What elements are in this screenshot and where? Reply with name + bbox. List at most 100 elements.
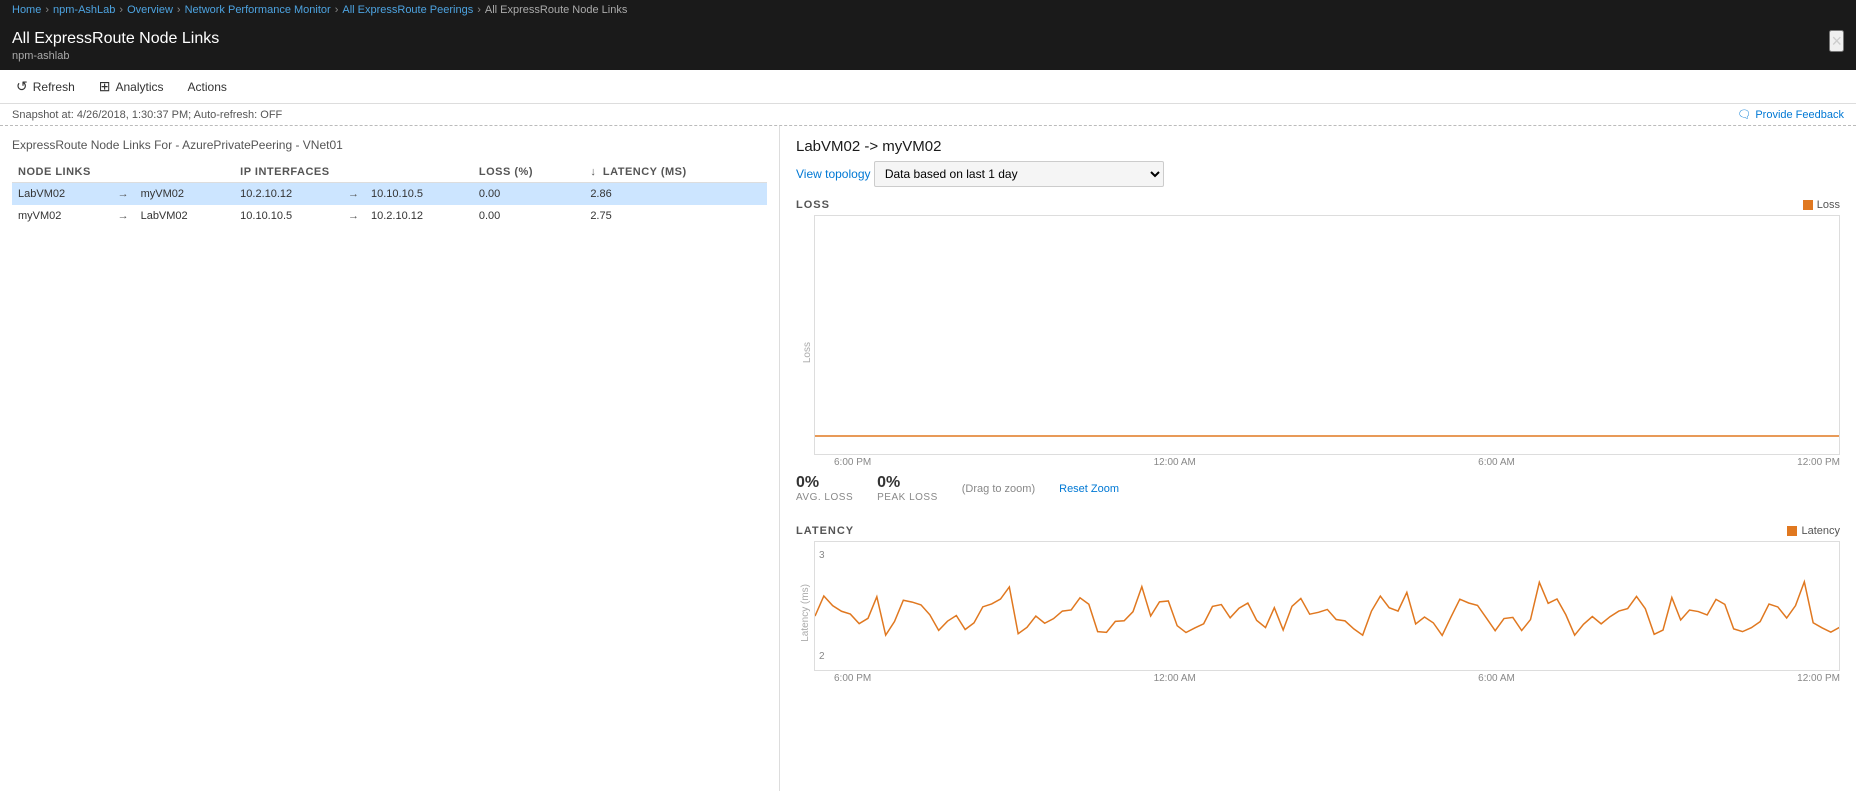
feedback-icon: 🗨 — [1737, 108, 1751, 121]
view-topology-link[interactable]: View topology — [796, 167, 871, 181]
col-node-links: NODE LINKS — [12, 162, 234, 183]
feedback-link[interactable]: 🗨 Provide Feedback — [1737, 108, 1844, 121]
x-label: 12:00 PM — [1797, 457, 1840, 468]
time-range-select[interactable]: Data based on last 1 dayData based on la… — [874, 161, 1164, 187]
page-title: All ExpressRoute Node Links — [12, 30, 219, 48]
page-subtitle: npm-ashlab — [12, 50, 219, 62]
to-ip: 10.2.10.12 — [365, 205, 473, 227]
drag-zoom-text: (Drag to zoom) — [962, 483, 1035, 495]
peak-loss-value: 0% — [877, 474, 938, 492]
latency-value: 2.86 — [584, 183, 767, 206]
latency-y-label: Latency (ms) — [800, 584, 811, 642]
x-label: 6:00 PM — [834, 457, 871, 468]
analytics-label: Analytics — [116, 80, 164, 94]
right-panel: LabVM02 -> myVM02 View topology Data bas… — [780, 126, 1856, 791]
actions-label: Actions — [188, 80, 227, 94]
from-node: myVM02 — [12, 205, 112, 227]
latency-chart-area: 3 2 6:00 PM 12:00 AM 6:00 AM 12:00 PM — [814, 541, 1840, 684]
loss-legend-dot — [1803, 200, 1813, 210]
loss-chart-header: LOSS Loss — [796, 199, 1840, 211]
analytics-button[interactable]: ⊞ Analytics — [95, 76, 168, 97]
loss-chart-canvas — [814, 215, 1840, 455]
breadcrumb-npm-ashlab[interactable]: npm-AshLab — [53, 4, 115, 16]
avg-loss-value: 0% — [796, 474, 853, 492]
to-node: myVM02 — [135, 183, 235, 206]
col-ip-interfaces: IP INTERFACES — [234, 162, 473, 183]
latency-chart-wrapper: Latency (ms) 3 2 6:00 PM 12:00 AM 6:00 AM 1… — [796, 541, 1840, 684]
latency-chart-canvas: 3 2 — [814, 541, 1840, 671]
refresh-button[interactable]: ↺ Refresh — [12, 76, 79, 97]
breadcrumb-home[interactable]: Home — [12, 4, 41, 16]
col-loss: LOSS (%) — [473, 162, 584, 183]
latency-legend: Latency — [1787, 525, 1840, 537]
latency-x-axis: 6:00 PM 12:00 AM 6:00 AM 12:00 PM — [814, 671, 1840, 684]
from-ip: 10.2.10.12 — [234, 183, 342, 206]
loss-legend-label: Loss — [1817, 199, 1840, 211]
x-label: 12:00 AM — [1154, 457, 1196, 468]
breadcrumb-npm[interactable]: Network Performance Monitor — [185, 4, 331, 16]
table-row[interactable]: LabVM02 → myVM02 10.2.10.12 → 10.10.10.5… — [12, 183, 767, 206]
breadcrumb-overview[interactable]: Overview — [127, 4, 173, 16]
latency-y-3: 3 — [819, 550, 825, 561]
loss-value: 0.00 — [473, 205, 584, 227]
loss-y-label: Loss — [802, 342, 813, 363]
peak-loss-label: PEAK LOSS — [877, 492, 938, 503]
from-node: LabVM02 — [12, 183, 112, 206]
loss-x-axis: 6:00 PM 12:00 AM 6:00 AM 12:00 PM — [814, 455, 1840, 468]
latency-y-2: 2 — [819, 651, 825, 662]
loss-chart-label: LOSS — [796, 199, 830, 211]
x-label: 6:00 AM — [1478, 457, 1515, 468]
avg-loss-stat: 0% AVG. LOSS — [796, 474, 853, 503]
loss-chart-area: 6:00 PM 12:00 AM 6:00 AM 12:00 PM — [814, 215, 1840, 468]
latency-value: 2.75 — [584, 205, 767, 227]
from-ip: 10.10.10.5 — [234, 205, 342, 227]
peak-loss-stat: 0% PEAK LOSS — [877, 474, 938, 503]
feedback-label: Provide Feedback — [1755, 109, 1844, 121]
close-button[interactable]: × — [1829, 30, 1844, 52]
sort-icon: ↓ — [590, 166, 596, 178]
loss-chart-section: LOSS Loss Loss 6:00 PM — [796, 199, 1840, 509]
loss-value: 0.00 — [473, 183, 584, 206]
x-label: 12:00 PM — [1797, 673, 1840, 684]
snapshot-text: Snapshot at: 4/26/2018, 1:30:37 PM; Auto… — [12, 109, 282, 121]
loss-legend: Loss — [1803, 199, 1840, 211]
x-label: 12:00 AM — [1154, 673, 1196, 684]
latency-chart-section: LATENCY Latency Latency (ms) 3 2 — [796, 525, 1840, 684]
left-panel: ExpressRoute Node Links For - AzurePriva… — [0, 126, 780, 791]
analytics-icon: ⊞ — [99, 78, 111, 95]
latency-chart-header: LATENCY Latency — [796, 525, 1840, 537]
col-latency: ↓ LATENCY (MS) — [584, 162, 767, 183]
title-bar-left: All ExpressRoute Node Links npm-ashlab — [12, 30, 219, 62]
avg-loss-label: AVG. LOSS — [796, 492, 853, 503]
loss-chart-wrapper: Loss 6:00 PM 12:00 AM 6:00 AM 12:00 PM — [796, 215, 1840, 468]
loss-svg — [815, 216, 1839, 454]
arrow-icon-2: → — [342, 183, 365, 206]
x-label: 6:00 AM — [1478, 673, 1515, 684]
breadcrumb: Home › npm-AshLab › Overview › Network P… — [0, 0, 1856, 22]
latency-legend-dot — [1787, 526, 1797, 536]
to-ip: 10.10.10.5 — [365, 183, 473, 206]
actions-button[interactable]: Actions — [184, 78, 231, 96]
section-title: ExpressRoute Node Links For - AzurePriva… — [12, 138, 767, 152]
node-links-table: NODE LINKS IP INTERFACES LOSS (%) ↓ LATE… — [12, 162, 767, 227]
latency-chart-label: LATENCY — [796, 525, 854, 537]
detail-title: LabVM02 -> myVM02 — [796, 138, 1840, 155]
toolbar: ↺ Refresh ⊞ Analytics Actions — [0, 70, 1856, 104]
loss-stats: 0% AVG. LOSS 0% PEAK LOSS (Drag to zoom)… — [796, 468, 1840, 509]
latency-legend-label: Latency — [1801, 525, 1840, 537]
to-node: LabVM02 — [135, 205, 235, 227]
x-label: 6:00 PM — [834, 673, 871, 684]
refresh-label: Refresh — [33, 80, 75, 94]
arrow-icon: → — [112, 205, 135, 227]
node-links-table-container: NODE LINKS IP INTERFACES LOSS (%) ↓ LATE… — [12, 162, 767, 227]
table-row[interactable]: myVM02 → LabVM02 10.10.10.5 → 10.2.10.12… — [12, 205, 767, 227]
breadcrumb-current: All ExpressRoute Node Links — [485, 4, 627, 16]
arrow-icon-2: → — [342, 205, 365, 227]
arrow-icon: → — [112, 183, 135, 206]
reset-zoom-link[interactable]: Reset Zoom — [1059, 483, 1119, 495]
refresh-icon: ↺ — [16, 78, 28, 95]
title-bar: All ExpressRoute Node Links npm-ashlab × — [0, 22, 1856, 70]
main-layout: ExpressRoute Node Links For - AzurePriva… — [0, 126, 1856, 791]
breadcrumb-peerings[interactable]: All ExpressRoute Peerings — [342, 4, 473, 16]
latency-svg — [815, 542, 1839, 670]
